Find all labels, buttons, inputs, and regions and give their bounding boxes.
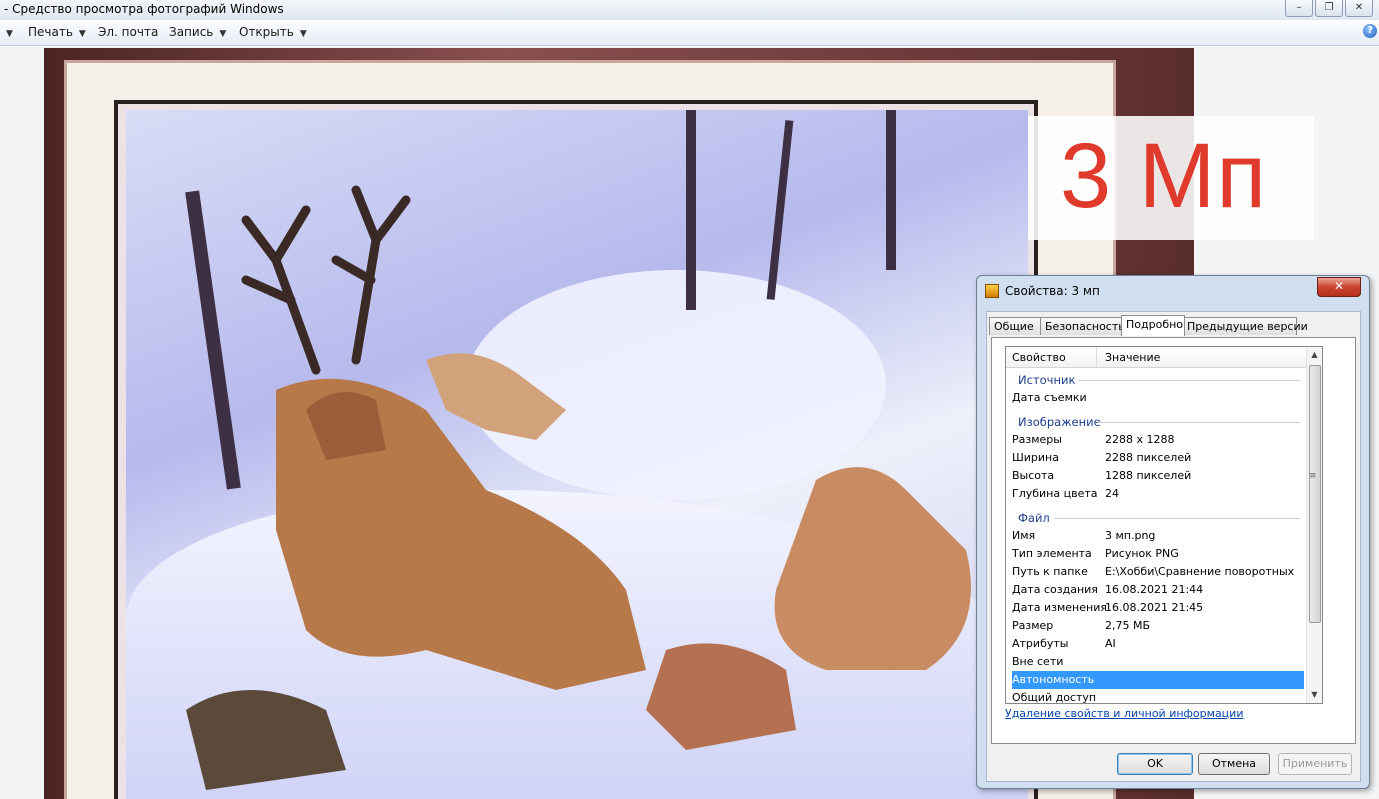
help-icon[interactable]: ? — [1363, 24, 1377, 38]
tab-security[interactable]: Безопасность — [1040, 317, 1126, 335]
list-item[interactable]: Высота 1288 пикселей — [1012, 467, 1304, 485]
column-value[interactable]: Значение — [1105, 351, 1160, 364]
list-item[interactable]: Вне сети — [1012, 653, 1304, 671]
group-file: Файл — [1018, 509, 1308, 527]
properties-dialog: Свойства: 3 мп ✕ Общие Безопасность Подр… — [976, 275, 1370, 789]
list-item[interactable]: Общий доступ — [1012, 689, 1304, 703]
embroidery-picture — [126, 110, 1028, 799]
megapixel-label: 3 Мп — [1060, 125, 1268, 227]
print-label: Печать — [28, 25, 73, 39]
tab-previous-versions[interactable]: Предыдущие версии — [1182, 317, 1308, 335]
apply-button[interactable]: Применить — [1278, 753, 1352, 775]
burn-label: Запись — [169, 25, 214, 39]
group-image: Изображение — [1018, 413, 1308, 431]
dialog-body: Общие Безопасность Подробно Предыдущие в… — [986, 311, 1361, 782]
group-label: Файл — [1018, 511, 1050, 525]
list-item[interactable]: Дата съемки — [1012, 389, 1304, 407]
email-label: Эл. почта — [98, 25, 159, 39]
vertical-scrollbar[interactable]: ▲ ≡ ▼ — [1306, 347, 1322, 703]
chevron-down-icon: ▼ — [6, 29, 13, 39]
remove-properties-link[interactable]: Удаление свойств и личной информации — [1005, 707, 1243, 720]
deer-figures — [186, 185, 971, 790]
list-item[interactable]: Размеры 2288 x 1288 — [1012, 431, 1304, 449]
list-item[interactable]: Дата создания 16.08.2021 21:44 — [1012, 581, 1304, 599]
file-icon — [985, 284, 999, 298]
print-button[interactable]: Печать ▼ — [28, 25, 86, 39]
list-item[interactable]: Атрибуты AI — [1012, 635, 1304, 653]
file-menu-arrow[interactable]: ▼ — [6, 25, 13, 39]
properties-list[interactable]: Свойство Значение Источник Дата съемки И… — [1005, 346, 1323, 704]
toolbar: ▼ Печать ▼ Эл. почта Запись ▼ Открыть ▼ ? — [0, 20, 1379, 46]
window-title: - Средство просмотра фотографий Windows — [4, 2, 284, 16]
close-icon[interactable]: ✕ — [1345, 0, 1373, 17]
tab-details[interactable]: Подробно — [1121, 315, 1185, 336]
scroll-down-icon[interactable]: ▼ — [1307, 687, 1322, 703]
column-property[interactable]: Свойство — [1012, 351, 1066, 364]
dialog-title-bar: Свойства: 3 мп — [985, 284, 1100, 298]
grip-icon: ≡ — [1309, 471, 1317, 481]
list-item[interactable]: Размер 2,75 МБ — [1012, 617, 1304, 635]
scroll-thumb[interactable] — [1309, 365, 1321, 623]
title-bar: - Средство просмотра фотографий Windows … — [0, 0, 1379, 20]
group-label: Источник — [1018, 373, 1076, 387]
chevron-down-icon: ▼ — [299, 29, 307, 39]
chevron-down-icon: ▼ — [219, 29, 227, 39]
open-button[interactable]: Открыть ▼ — [239, 25, 307, 39]
list-item[interactable]: Имя 3 мп.png — [1012, 527, 1304, 545]
burn-button[interactable]: Запись ▼ — [169, 25, 226, 39]
scroll-up-icon[interactable]: ▲ — [1307, 347, 1322, 363]
details-pane: Свойство Значение Источник Дата съемки И… — [991, 337, 1356, 744]
close-icon[interactable]: ✕ — [1317, 277, 1361, 297]
ok-button[interactable]: OK — [1117, 753, 1193, 775]
tab-general[interactable]: Общие — [989, 317, 1041, 335]
open-label: Открыть — [239, 25, 294, 39]
restore-icon[interactable]: ❐ — [1315, 0, 1343, 17]
list-item-selected[interactable]: Автономность — [1012, 671, 1304, 689]
list-item[interactable]: Путь к папке E:\Хобби\Сравнение поворотны… — [1012, 563, 1304, 581]
list-item[interactable]: Глубина цвета 24 — [1012, 485, 1304, 503]
group-source: Источник — [1018, 371, 1308, 389]
email-button[interactable]: Эл. почта — [98, 25, 158, 39]
list-header: Свойство Значение — [1006, 347, 1322, 368]
group-label: Изображение — [1018, 415, 1101, 429]
list-item[interactable]: Тип элемента Рисунок PNG — [1012, 545, 1304, 563]
cancel-button[interactable]: Отмена — [1198, 753, 1270, 775]
minimize-icon[interactable]: – — [1285, 0, 1313, 17]
dialog-title: Свойства: 3 мп — [1005, 284, 1100, 298]
chevron-down-icon: ▼ — [78, 29, 86, 39]
list-item[interactable]: Ширина 2288 пикселей — [1012, 449, 1304, 467]
list-item[interactable]: Дата изменения 16.08.2021 21:45 — [1012, 599, 1304, 617]
